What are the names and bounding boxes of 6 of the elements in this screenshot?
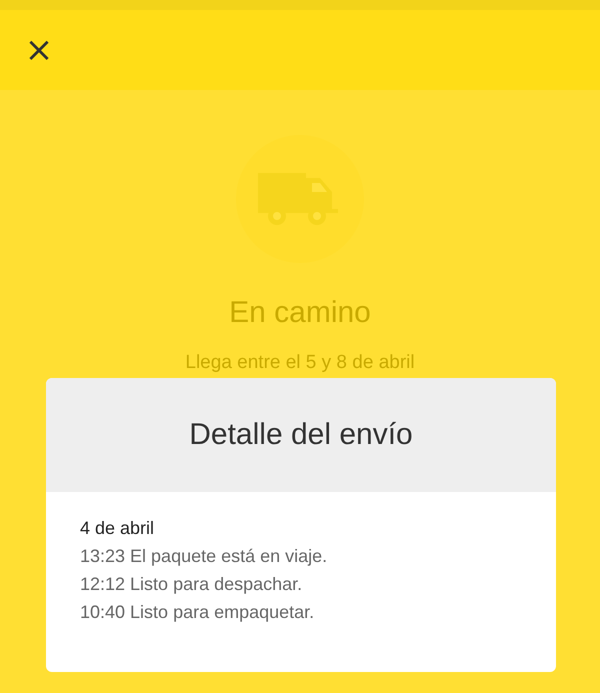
- tracking-event: 13:23 El paquete está en viaje.: [80, 545, 328, 568]
- tracking-event: 10:40 Listo para empaquetar.: [80, 601, 316, 624]
- tracking-event: 12:12 Listo para despachar.: [80, 573, 304, 596]
- dialog-title: Detalle del envío: [189, 418, 413, 452]
- close-button[interactable]: ×: [26, 37, 52, 63]
- event-date: 4 de abril: [80, 517, 156, 540]
